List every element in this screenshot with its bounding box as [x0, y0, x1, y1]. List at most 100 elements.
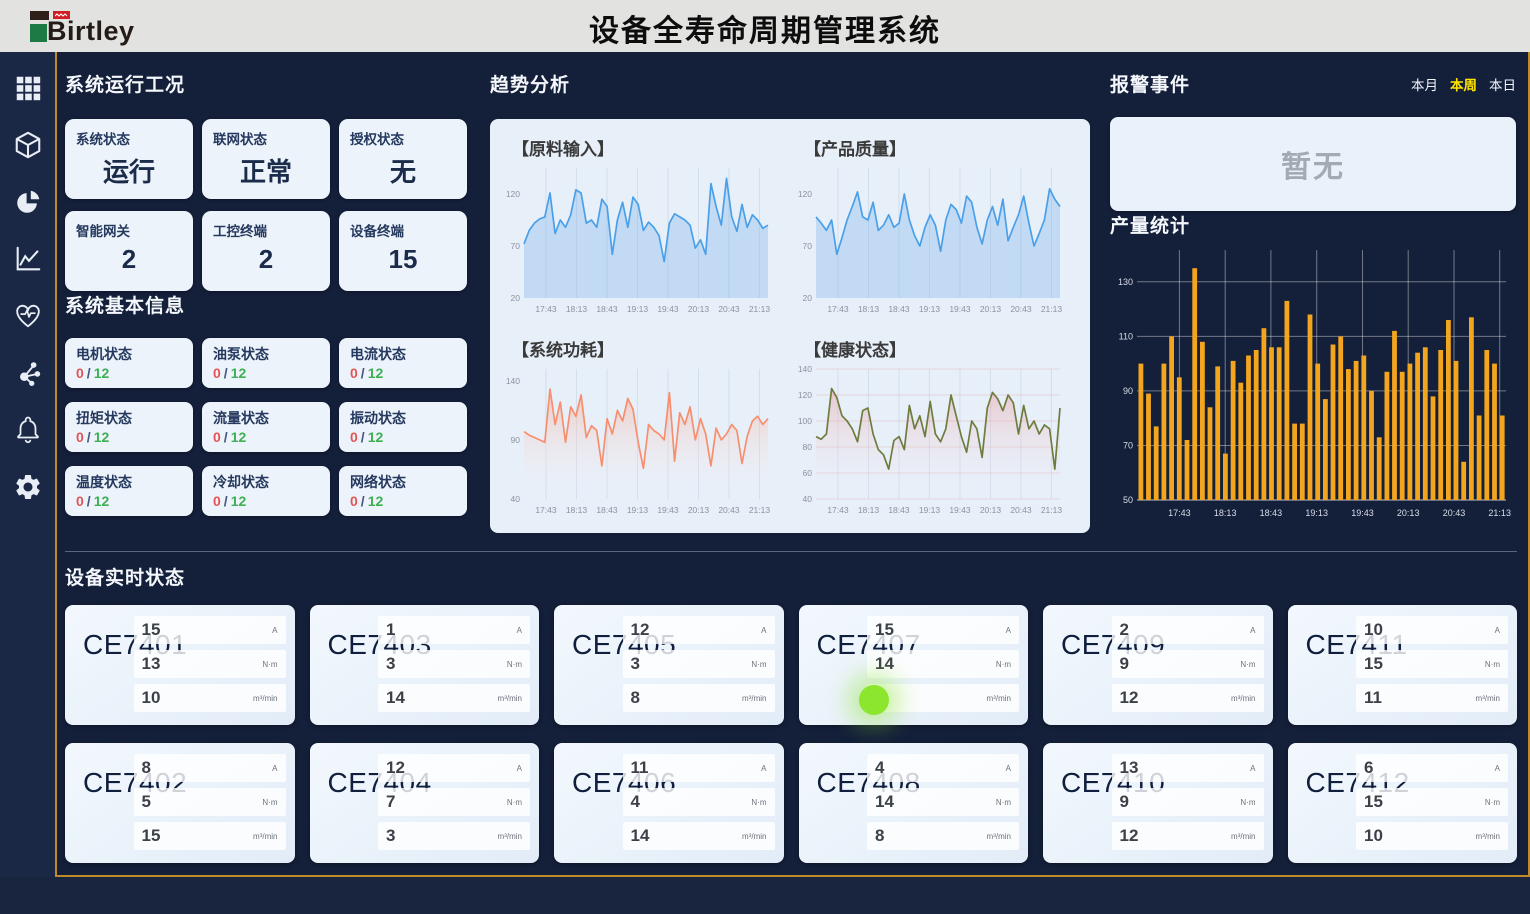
- pie-chart-icon: [13, 187, 43, 222]
- alarm-count: 0: [350, 365, 358, 381]
- production-bar: [1262, 328, 1267, 500]
- status-card-label: 系统状态: [76, 128, 182, 148]
- device-values: 8A 5N·m 15m³/min: [134, 754, 286, 856]
- device-torque-row: 3N·m: [378, 650, 530, 678]
- production-bar: [1208, 407, 1213, 500]
- device-current-unit: A: [1250, 764, 1255, 773]
- production-bar: [1385, 372, 1390, 500]
- production-bar-chart: 13011090705017:4318:1318:4319:1319:4320:…: [1110, 244, 1516, 527]
- app-header: Birtley 设备全寿命周期管理系统: [0, 0, 1530, 52]
- sidebar-item-apps-grid[interactable]: [12, 74, 44, 106]
- svg-text:20:13: 20:13: [1397, 508, 1420, 518]
- device-torque-unit: N·m: [751, 660, 766, 669]
- alarm-tab-本日[interactable]: 本日: [1489, 74, 1516, 94]
- device-torque-row: 13N·m: [134, 650, 286, 678]
- trend-chart-health-status: 【健康状态】 14012010080604017:4318:1318:4319:…: [790, 326, 1082, 527]
- device-torque-value: 13: [142, 654, 161, 674]
- svg-text:17:43: 17:43: [535, 304, 557, 314]
- sidebar-item-cube[interactable]: [12, 131, 44, 163]
- status-card-0: 系统状态 运行: [65, 119, 193, 199]
- device-torque-row: 4N·m: [623, 788, 775, 816]
- status-card-5: 设备终端 15: [339, 211, 467, 291]
- device-torque-unit: N·m: [507, 798, 522, 807]
- info-card-counts: 0/12: [350, 493, 456, 509]
- production-bar: [1500, 416, 1505, 501]
- sidebar-item-line-chart[interactable]: [12, 245, 44, 277]
- total-count: 12: [231, 365, 247, 381]
- device-card-CE7405[interactable]: CE7405 12A 3N·m 8m³/min: [554, 605, 784, 725]
- status-card-value: 运行: [76, 152, 182, 189]
- device-card-CE7406[interactable]: CE7406 11A 4N·m 14m³/min: [554, 743, 784, 863]
- cube-icon: [13, 130, 43, 165]
- device-card-CE7410[interactable]: CE7410 13A 9N·m 12m³/min: [1043, 743, 1273, 863]
- trend-column: 趋势分析 【原料输入】 120702017:4318:1318:4319:131…: [490, 70, 1090, 533]
- device-flow-unit: m³/min: [742, 832, 766, 841]
- sidebar-item-gear[interactable]: [12, 473, 44, 505]
- info-card-counts: 0/12: [213, 493, 319, 509]
- device-flow-row: 8m³/min: [867, 822, 1019, 850]
- device-current-row: 1A: [378, 616, 530, 644]
- alarm-count: 0: [213, 429, 221, 445]
- status-card-label: 联网状态: [213, 128, 319, 148]
- device-flow-unit: m³/min: [1476, 694, 1500, 703]
- info-card-4: 流量状态 0/12: [202, 402, 330, 452]
- alarm-tab-本月[interactable]: 本月: [1411, 74, 1438, 94]
- info-card-label: 温度状态: [76, 472, 182, 492]
- sidebar-item-health-pulse[interactable]: [12, 302, 44, 334]
- sidebar-item-bell[interactable]: [12, 416, 44, 448]
- svg-text:19:43: 19:43: [657, 505, 679, 515]
- device-card-CE7412[interactable]: CE7412 6A 15N·m 10m³/min: [1288, 743, 1518, 863]
- device-current-unit: A: [1495, 764, 1500, 773]
- device-flow-row: 12m³/min: [1112, 822, 1264, 850]
- device-card-CE7409[interactable]: CE7409 2A 9N·m 12m³/min: [1043, 605, 1273, 725]
- status-card-value: 15: [350, 244, 456, 275]
- device-flow-unit: m³/min: [987, 832, 1011, 841]
- device-card-CE7411[interactable]: CE7411 10A 15N·m 11m³/min: [1288, 605, 1518, 725]
- device-flow-unit: m³/min: [1231, 832, 1255, 841]
- device-flow-unit: m³/min: [253, 832, 277, 841]
- production-bar: [1361, 356, 1366, 501]
- device-card-CE7408[interactable]: CE7408 4A 14N·m 8m³/min: [799, 743, 1029, 863]
- alarm-count: 0: [213, 365, 221, 381]
- svg-text:140: 140: [798, 364, 812, 374]
- device-card-CE7401[interactable]: CE7401 15A 13N·m 10m³/min: [65, 605, 295, 725]
- svg-text:90: 90: [511, 435, 521, 445]
- device-values: 1A 3N·m 14m³/min: [378, 616, 530, 718]
- production-bar: [1354, 361, 1359, 500]
- device-flow-unit: m³/min: [742, 694, 766, 703]
- device-flow-row: 15m³/min: [134, 822, 286, 850]
- svg-text:19:13: 19:13: [627, 304, 649, 314]
- device-flow-value: 14: [631, 826, 650, 846]
- device-card-CE7402[interactable]: CE7402 8A 5N·m 15m³/min: [65, 743, 295, 863]
- device-torque-unit: N·m: [996, 798, 1011, 807]
- gear-icon: [13, 472, 43, 507]
- device-flow-value: 10: [1364, 826, 1383, 846]
- page-title: 设备全寿命周期管理系统: [0, 6, 1530, 50]
- device-torque-value: 5: [142, 792, 151, 812]
- info-card-counts: 0/12: [76, 429, 182, 445]
- alarm-tab-本周[interactable]: 本周: [1450, 74, 1477, 94]
- svg-text:70: 70: [1123, 441, 1133, 451]
- info-card-counts: 0/12: [76, 493, 182, 509]
- device-current-value: 10: [1364, 620, 1383, 640]
- left-column: 系统运行工况 系统状态 运行 联网状态 正常 授权状态 无 智能网关 2 工控终…: [65, 70, 477, 516]
- device-card-CE7404[interactable]: CE7404 12A 7N·m 3m³/min: [310, 743, 540, 863]
- device-current-value: 15: [875, 620, 894, 640]
- sidebar-item-pie-chart[interactable]: [12, 188, 44, 220]
- production-bar: [1446, 320, 1451, 500]
- count-separator: /: [358, 493, 368, 509]
- section-title-system-run: 系统运行工况: [65, 70, 477, 97]
- production-bar: [1200, 342, 1205, 500]
- svg-text:20:43: 20:43: [1443, 508, 1466, 518]
- sidebar-item-molecule[interactable]: [12, 359, 44, 391]
- svg-text:100: 100: [798, 416, 812, 426]
- device-card-CE7403[interactable]: CE7403 1A 3N·m 14m³/min: [310, 605, 540, 725]
- device-current-value: 12: [386, 758, 405, 778]
- alarm-header-row: 报警事件 本月本周本日: [1110, 70, 1516, 97]
- device-values: 15A 13N·m 10m³/min: [134, 616, 286, 718]
- svg-text:17:43: 17:43: [827, 505, 849, 515]
- info-card-1: 油泵状态 0/12: [202, 338, 330, 388]
- status-card-value: 正常: [213, 152, 319, 189]
- production-bar: [1139, 364, 1144, 500]
- device-card-CE7407[interactable]: CE7407 15A 14N·m 3m³/min: [799, 605, 1029, 725]
